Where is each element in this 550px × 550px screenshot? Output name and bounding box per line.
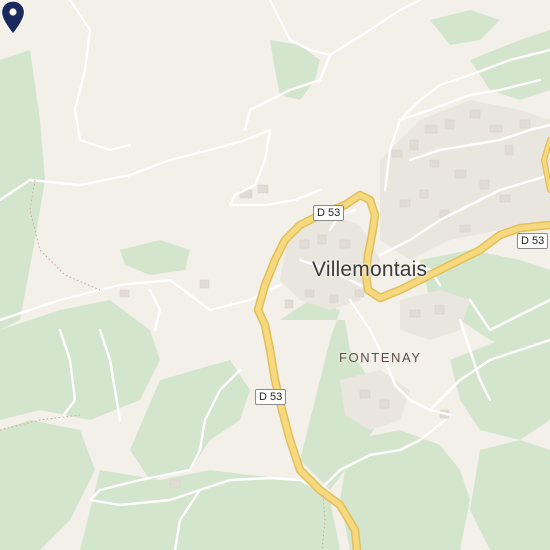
town-label-villemontais: Villemontais <box>312 258 428 281</box>
road-shield-d53: D 53 <box>313 205 345 221</box>
road-shield-d53: D 53 <box>517 233 549 249</box>
location-pin-icon[interactable] <box>0 0 26 36</box>
hamlet-label-fontenay: FONTENAY <box>339 350 422 365</box>
map-canvas[interactable]: Villemontais FONTENAY D 53 D 53 D 53 <box>0 0 550 550</box>
map-base-layer <box>0 0 550 550</box>
road-shield-d53: D 53 <box>255 389 287 405</box>
